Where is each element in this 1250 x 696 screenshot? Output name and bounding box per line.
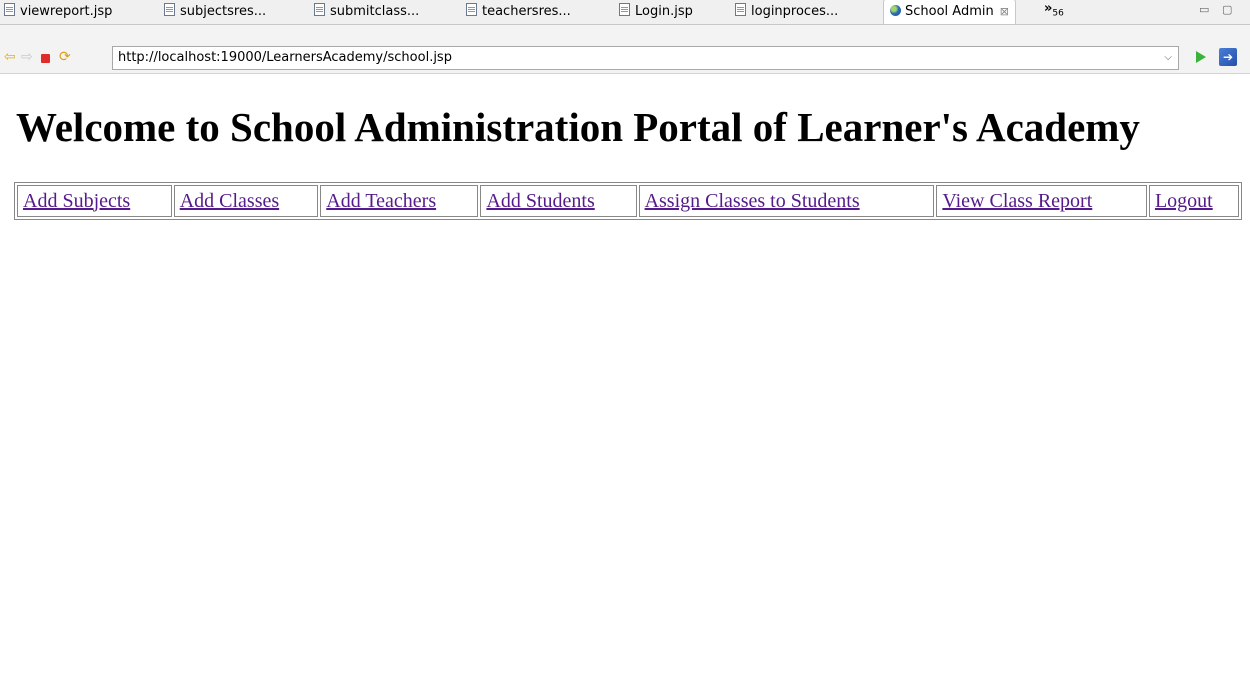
- tab-label: School Admin: [905, 4, 994, 19]
- menu-cell: Add Teachers: [320, 185, 479, 217]
- go-play-icon[interactable]: [1196, 51, 1206, 63]
- maximize-icon[interactable]: ▢: [1222, 3, 1232, 16]
- menu-cell: Add Subjects: [17, 185, 172, 217]
- chevron-down-icon[interactable]: ⌵: [1164, 47, 1172, 69]
- tab-login[interactable]: Login.jsp: [619, 0, 693, 23]
- menu-cell: Add Students: [480, 185, 637, 217]
- file-icon: [4, 3, 15, 16]
- tab-loginproces[interactable]: loginproces...: [735, 0, 838, 23]
- tab-viewreport[interactable]: viewreport.jsp: [4, 0, 112, 23]
- menu-cell: View Class Report: [936, 185, 1147, 217]
- menu-cell: Logout: [1148, 185, 1239, 217]
- minimize-icon[interactable]: ▭: [1199, 3, 1209, 16]
- view-class-report-link[interactable]: View Class Report: [942, 190, 1092, 212]
- forward-arrow-icon[interactable]: ⇨: [21, 51, 35, 65]
- add-teachers-link[interactable]: Add Teachers: [326, 190, 436, 212]
- file-icon: [466, 3, 477, 16]
- tab-submitclass[interactable]: submitclass...: [314, 0, 419, 23]
- address-bar[interactable]: http://localhost:19000/LearnersAcademy/s…: [112, 46, 1179, 70]
- tab-label: teachersres...: [482, 4, 571, 19]
- address-url: http://localhost:19000/LearnersAcademy/s…: [118, 50, 452, 65]
- logout-link[interactable]: Logout: [1155, 190, 1213, 212]
- tab-label: subjectsres...: [180, 4, 267, 19]
- tab-label: submitclass...: [330, 4, 420, 19]
- file-icon: [164, 3, 175, 16]
- open-external-icon[interactable]: ➔: [1219, 48, 1237, 66]
- editor-tab-strip: viewreport.jsp subjectsres... submitclas…: [0, 0, 1250, 25]
- menu-cell: Add Classes: [173, 185, 319, 217]
- stop-icon[interactable]: [41, 54, 50, 63]
- add-students-link[interactable]: Add Students: [486, 190, 594, 212]
- add-subjects-link[interactable]: Add Subjects: [23, 190, 130, 212]
- assign-classes-link[interactable]: Assign Classes to Students: [645, 190, 860, 212]
- file-icon: [735, 3, 746, 16]
- tab-overflow-button[interactable]: »56: [1044, 1, 1064, 19]
- back-arrow-icon[interactable]: ⇦: [4, 51, 18, 65]
- file-icon: [314, 3, 325, 16]
- globe-icon: [890, 5, 901, 16]
- refresh-icon[interactable]: ⟳: [59, 51, 73, 65]
- tab-label: Login.jsp: [635, 4, 693, 19]
- hidden-tab-count: 56: [1052, 8, 1064, 19]
- tab-label: loginproces...: [751, 4, 839, 19]
- close-icon[interactable]: ⊠: [1000, 5, 1009, 18]
- tab-subjectsres[interactable]: subjectsres...: [164, 0, 266, 23]
- page-title: Welcome to School Administration Portal …: [16, 104, 1140, 150]
- menu-cell: Assign Classes to Students: [638, 185, 935, 217]
- add-classes-link[interactable]: Add Classes: [180, 190, 279, 212]
- tab-label: viewreport.jsp: [20, 4, 113, 19]
- tab-school-admin[interactable]: School Admin ⊠: [883, 0, 1016, 24]
- tab-teachersres[interactable]: teachersres...: [466, 0, 571, 23]
- admin-menu-table: Add Subjects Add Classes Add Teachers Ad…: [14, 182, 1242, 220]
- file-icon: [619, 3, 630, 16]
